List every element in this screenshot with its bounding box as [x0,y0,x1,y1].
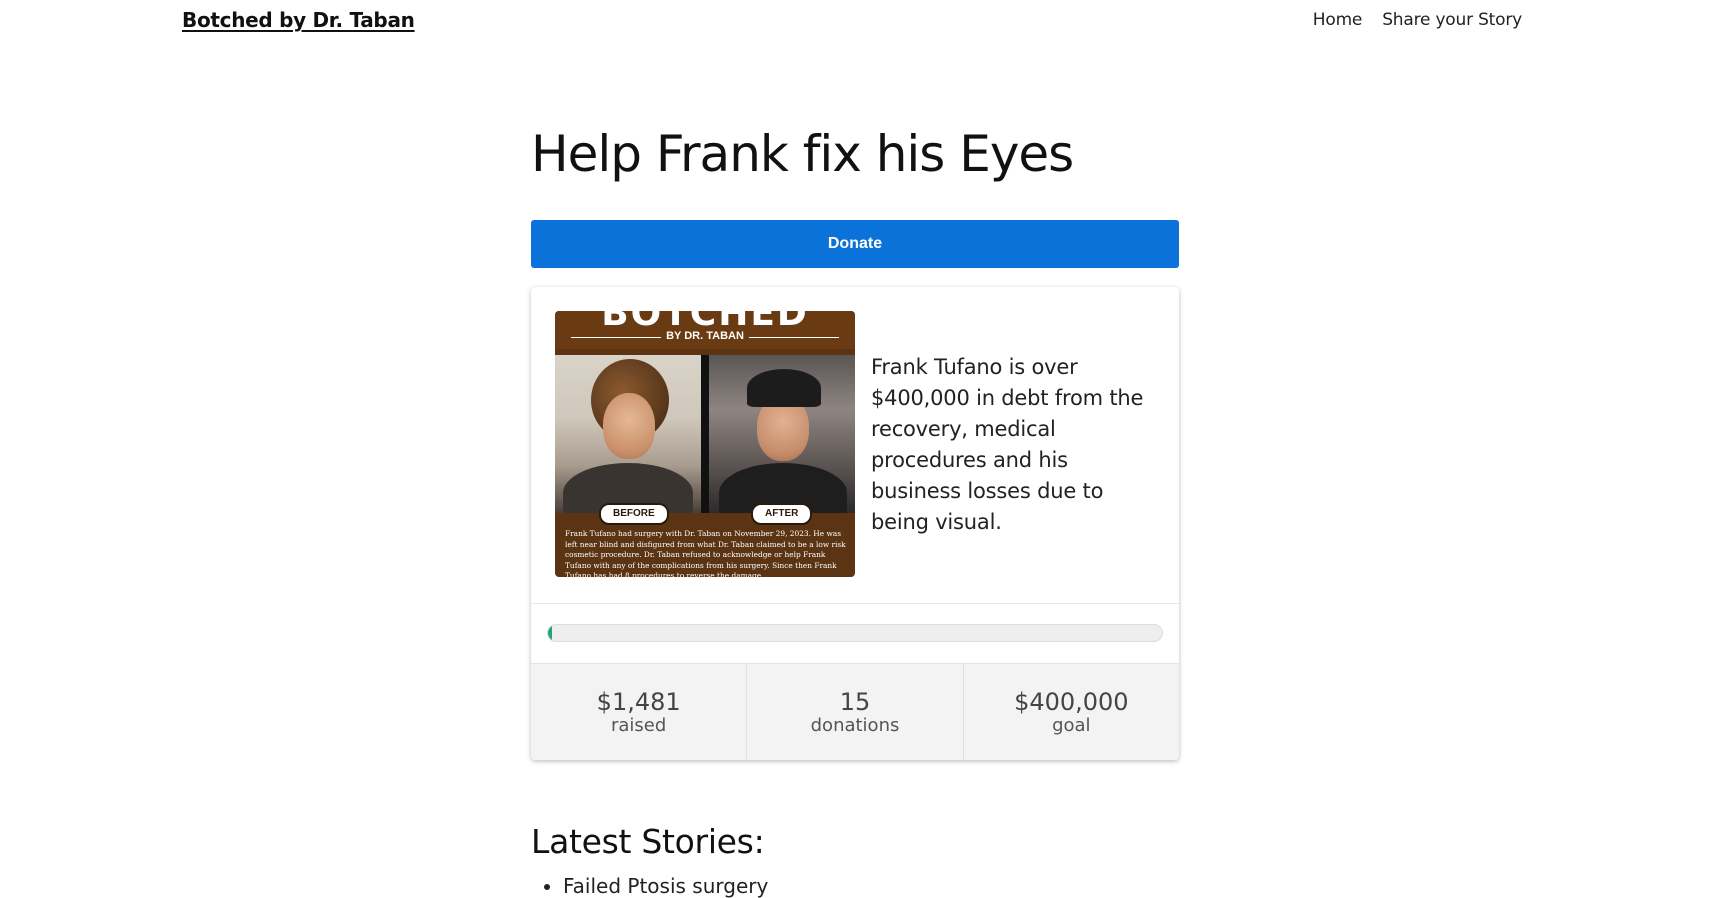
stat-goal-value: $400,000 [1014,688,1129,716]
page-title: Help Frank fix his Eyes [531,125,1074,183]
poster-byline: BY DR. TABAN [666,330,744,342]
campaign-description: Frank Tufano is over $400,000 in debt fr… [871,355,1144,534]
site-title-link[interactable]: Botched by Dr. Taban [182,8,415,32]
progress-fill [548,625,552,641]
main-nav: Home Share your Story [1313,10,1522,30]
campaign-summary: BOTCHED BY DR. TABAN BEFORE AFTER Frank … [531,287,1179,604]
stat-goal: $400,000 goal [964,664,1179,760]
stat-donations-label: donations [810,715,900,736]
after-photo [709,355,855,513]
site-header: Botched by Dr. Taban Home Share your Sto… [0,0,1718,44]
photo-divider [701,355,709,513]
stories-list: Failed Ptosis surgery [531,874,768,898]
stat-raised: $1,481 raised [531,664,748,760]
stat-donations: 15 donations [747,664,964,760]
stat-raised-label: raised [611,715,667,736]
before-label: BEFORE [599,503,669,525]
donate-button[interactable]: Donate [531,220,1179,268]
nav-share-story-link[interactable]: Share your Story [1382,10,1522,30]
before-photo [555,355,701,513]
campaign-stats: $1,481 raised 15 donations $400,000 goal [531,663,1179,760]
stat-raised-value: $1,481 [596,688,681,716]
after-label: AFTER [751,503,813,525]
donation-progress-bar [547,624,1163,642]
story-link[interactable]: Failed Ptosis surgery [563,874,768,898]
campaign-image: BOTCHED BY DR. TABAN BEFORE AFTER Frank … [555,311,855,577]
stat-donations-value: 15 [839,688,871,716]
nav-home-link[interactable]: Home [1313,10,1363,30]
poster-rule-right [749,337,839,338]
campaign-card: BOTCHED BY DR. TABAN BEFORE AFTER Frank … [531,287,1179,760]
latest-stories-heading: Latest Stories: [531,822,765,861]
poster-header: BOTCHED BY DR. TABAN [555,311,855,349]
stat-goal-label: goal [1052,715,1091,736]
poster-caption: Frank Tufano had surgery with Dr. Taban … [565,529,846,577]
